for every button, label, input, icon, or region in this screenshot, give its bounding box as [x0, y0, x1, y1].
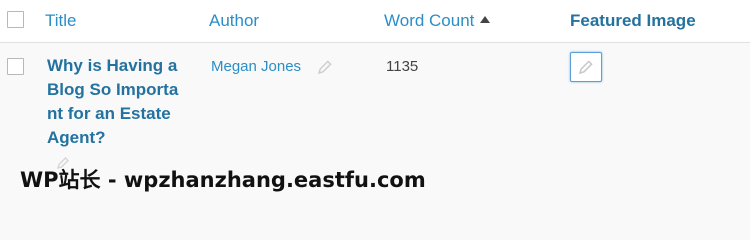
posts-table: Title Author Word Count Featured Image W… [0, 0, 750, 202]
select-all-checkbox[interactable] [7, 11, 24, 28]
column-header-featured-image[interactable]: Featured Image [570, 11, 696, 31]
pencil-icon[interactable] [317, 59, 333, 75]
column-header-word-count[interactable]: Word Count [384, 11, 491, 31]
watermark-text: WP站长 - wpzhanzhang.eastfu.com [20, 168, 426, 192]
column-header-title[interactable]: Title [45, 11, 77, 31]
word-count-value: 1135 [386, 58, 419, 75]
set-featured-image-button[interactable] [570, 52, 602, 82]
post-author-link[interactable]: Megan Jones [211, 57, 301, 77]
table-header-row: Title Author Word Count Featured Image [0, 0, 750, 43]
post-title-link[interactable]: Why is Having a Blog So Important for an… [47, 54, 182, 150]
pencil-icon [578, 60, 593, 75]
sort-ascending-icon [480, 16, 491, 23]
column-header-word-count-label: Word Count [384, 11, 475, 30]
row-select-checkbox[interactable] [7, 58, 24, 75]
column-header-author[interactable]: Author [209, 11, 259, 31]
